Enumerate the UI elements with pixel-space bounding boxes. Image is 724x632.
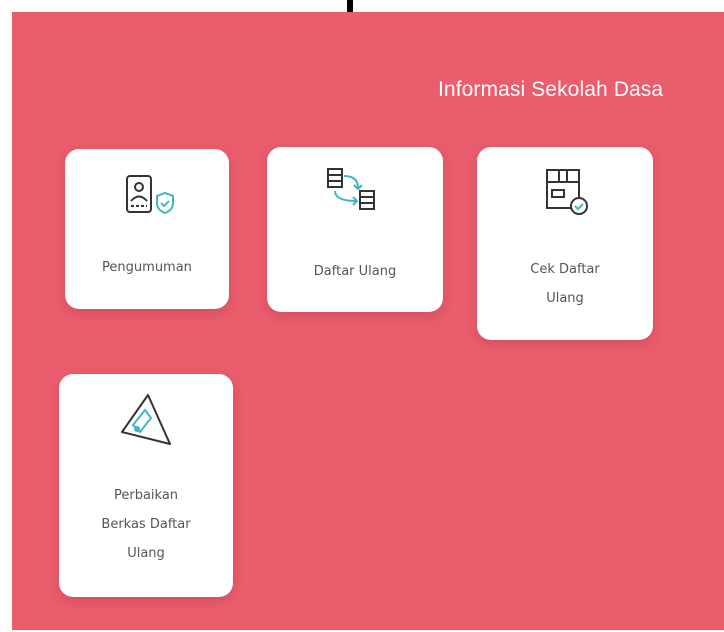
box-check-icon <box>546 169 588 215</box>
section-title: Informasi Sekolah Dasa <box>438 78 664 101</box>
daftar-ulang-label: Daftar Ulang <box>313 264 397 279</box>
info-panel: Informasi Sekolah Dasa Pengumuman Daftar… <box>12 12 724 630</box>
screen: Informasi Sekolah Dasa Pengumuman Daftar… <box>0 0 724 632</box>
data-transfer-icon <box>327 168 375 210</box>
perbaikan-berkas-label: Perbaikan Berkas Daftar Ulang <box>101 488 191 561</box>
cek-daftar-ulang-card[interactable]: Cek Daftar Ulang <box>477 147 653 340</box>
perbaikan-berkas-card[interactable]: Perbaikan Berkas Daftar Ulang <box>59 374 233 597</box>
id-card-shield-icon <box>126 175 174 215</box>
daftar-ulang-card[interactable]: Daftar Ulang <box>267 147 443 312</box>
pengumuman-card[interactable]: Pengumuman <box>65 149 229 309</box>
pengumuman-label: Pengumuman <box>102 260 192 275</box>
cek-daftar-ulang-label: Cek Daftar Ulang <box>530 262 600 306</box>
warning-tool-icon <box>121 394 171 445</box>
